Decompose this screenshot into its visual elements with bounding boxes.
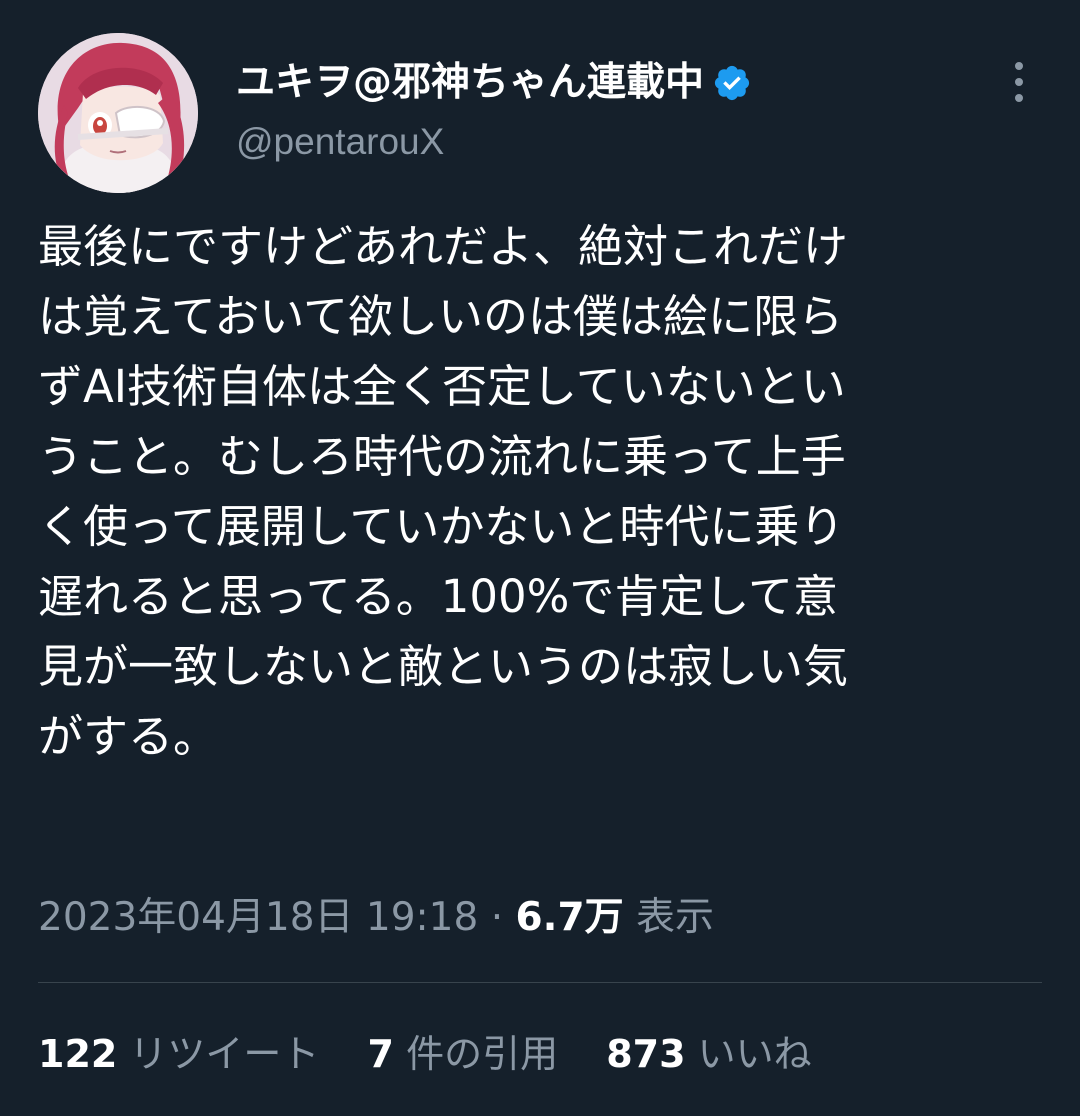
retweets-label: リツイート [129,1032,320,1076]
tweet-meta: 2023年04月18日 19:18 · 6.7万 表示 [38,890,714,946]
views-label: 表示 [636,895,715,940]
likes-label: いいね [697,1032,812,1076]
divider [38,982,1042,983]
quotes-stat[interactable]: 7 件の引用 [368,1032,571,1076]
views-count: 6.7万 [515,895,624,940]
likes-count: 873 [606,1032,686,1076]
retweets-count: 122 [38,1032,118,1076]
more-dot [1015,94,1023,102]
quotes-label: 件の引用 [406,1032,559,1076]
author-display-name[interactable]: ユキヲ@邪神ちゃん連載中 [236,58,704,108]
tweet-text: 最後にですけどあれだよ、絶対これだけ は覚えておいて欲しいのは僕は絵に限ら ずA… [38,220,849,763]
retweets-stat[interactable]: 122 リツイート [38,1032,332,1076]
verified-badge-icon [714,65,750,101]
avatar-image [38,33,198,193]
author-handle[interactable]: @pentarouX [236,118,444,166]
more-options-icon[interactable] [1004,62,1034,102]
tweet-stats: 122 リツイート 7 件の引用 873 いいね [38,1026,848,1082]
more-dot [1015,62,1023,70]
more-dot [1015,78,1023,86]
quotes-count: 7 [367,1032,394,1076]
likes-stat[interactable]: 873 いいね [606,1032,811,1076]
meta-separator: · [490,895,504,940]
author-name-row[interactable]: ユキヲ@邪神ちゃん連載中 [236,58,752,108]
tweet-timestamp[interactable]: 2023年04月18日 19:18 [38,895,478,940]
avatar[interactable] [38,33,198,193]
